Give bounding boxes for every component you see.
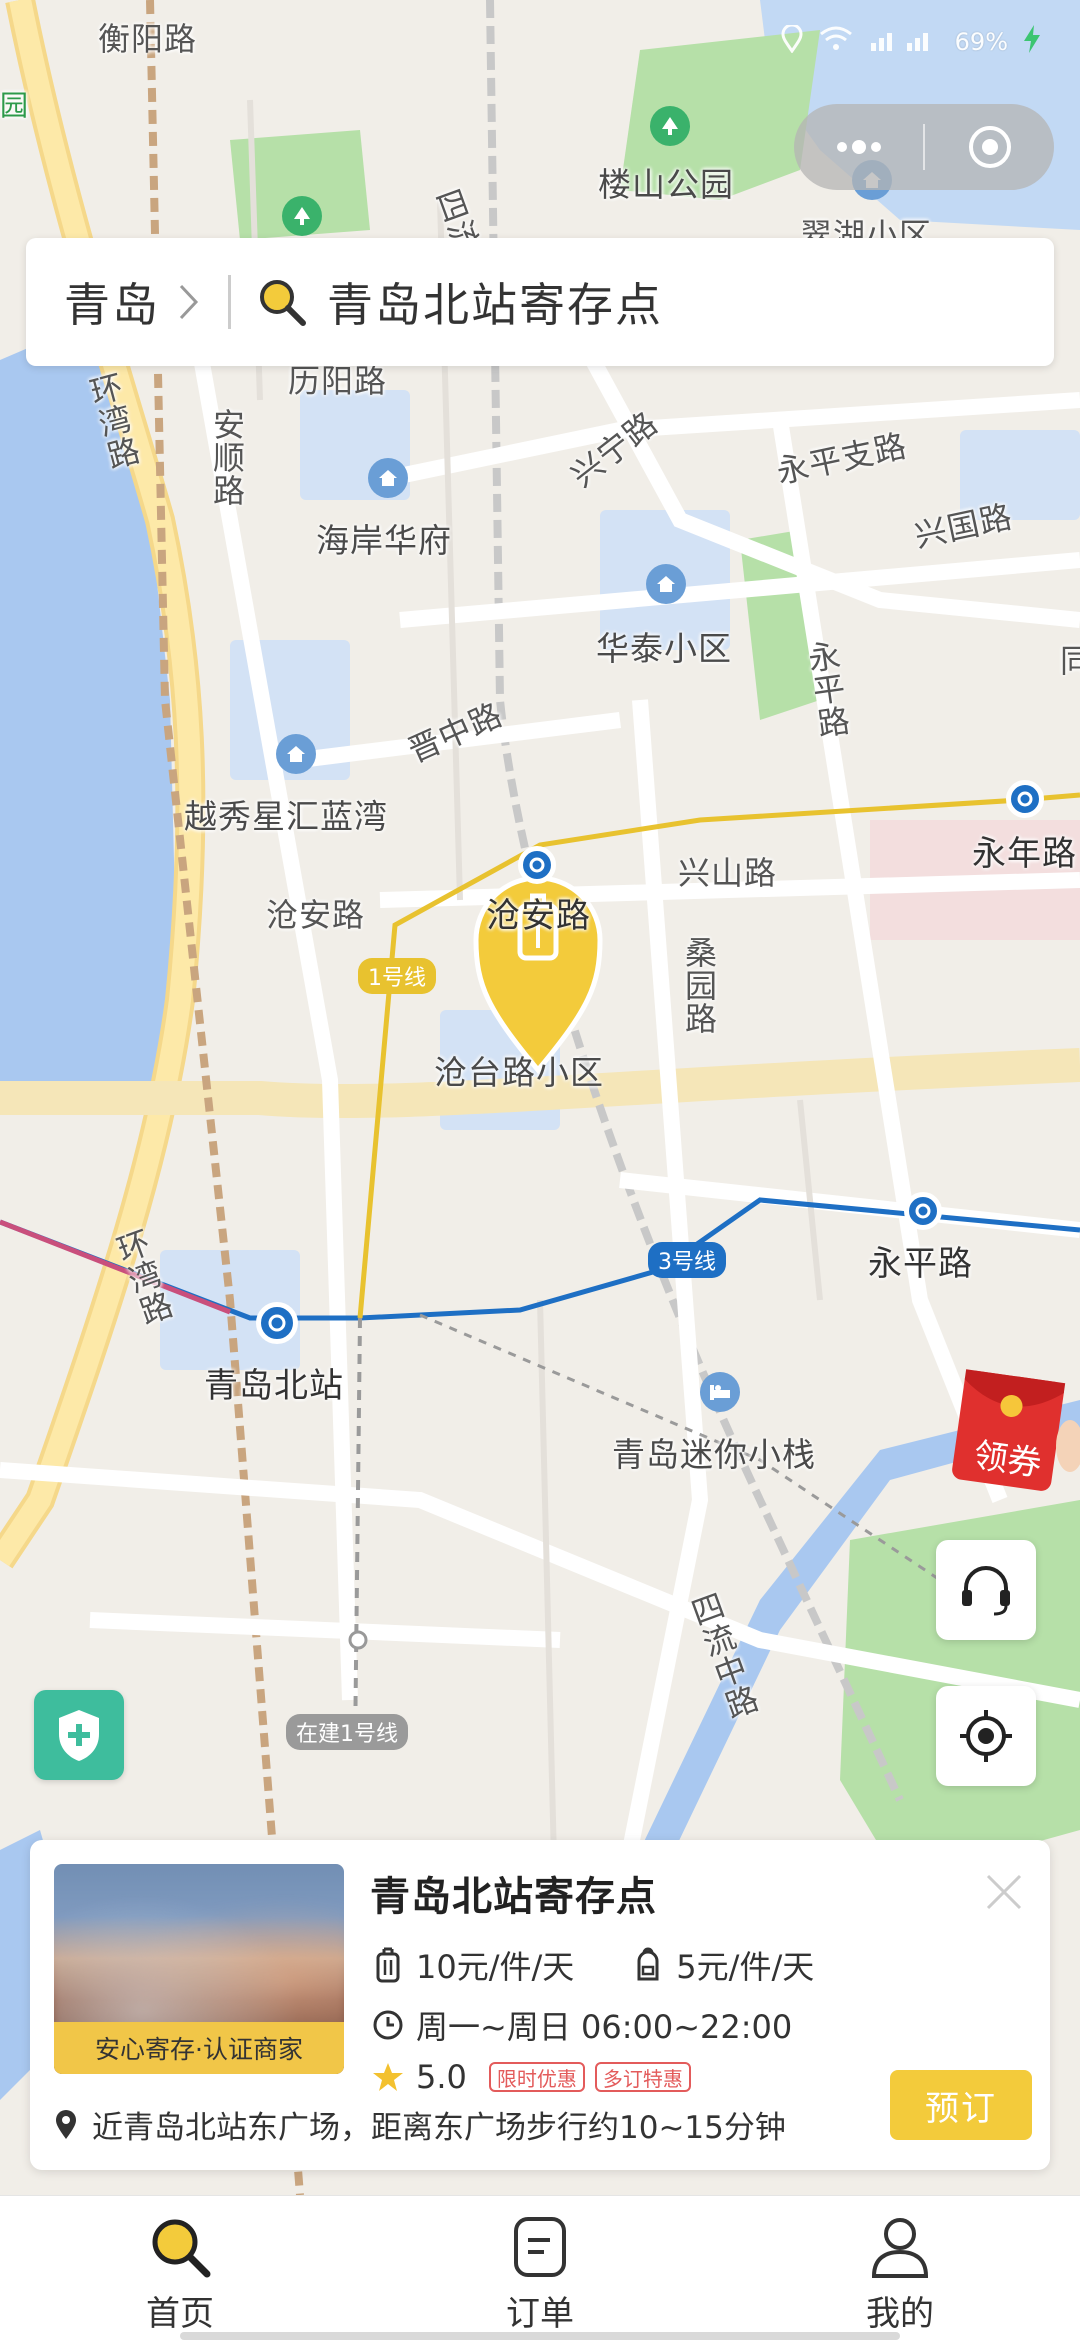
tab-label: 我的 — [866, 2294, 934, 2334]
more-dots-icon — [836, 140, 881, 154]
metro-station-icon — [1006, 780, 1044, 818]
city-selector[interactable]: 青岛 — [64, 269, 160, 335]
address-row: 近青岛北站东广场，距离东广场步行约10~15分钟 — [54, 2102, 786, 2147]
shield-plus-icon — [59, 1710, 99, 1761]
search-icon — [145, 2212, 215, 2282]
coupon-label: 领券 — [971, 1435, 1044, 1485]
train-station-icon — [256, 1302, 298, 1344]
road-label: 兴山路 — [678, 854, 778, 892]
business-hours: 周一~周日 06:00~22:00 — [416, 2008, 793, 2046]
rating-row: 5.0 限时优惠 多订特惠 — [370, 2058, 691, 2096]
tab-profile[interactable]: 我的 — [720, 2196, 1080, 2340]
status-bar: 69% — [781, 22, 1040, 62]
order-icon — [505, 2212, 575, 2282]
luggage-icon — [370, 1947, 406, 1983]
insurance-button[interactable] — [34, 1690, 124, 1780]
tab-orders[interactable]: 订单 — [360, 2196, 720, 2340]
more-button[interactable] — [794, 104, 923, 190]
poi-label: 楼山公园 — [598, 165, 734, 204]
residence-icon — [276, 734, 316, 774]
bag-price: 5元/件/天 — [676, 1948, 815, 1986]
residence-icon — [368, 458, 408, 498]
promo-tag: 限时优惠 — [488, 2062, 585, 2092]
exit-button[interactable] — [925, 104, 1054, 190]
station-label: 永平路 — [868, 1244, 973, 1284]
close-button[interactable] — [982, 1870, 1026, 1914]
poi-label: 沧台路小区 — [434, 1053, 604, 1092]
locate-me-button[interactable] — [936, 1686, 1036, 1786]
certified-badge: 安心寄存·认证商家 — [54, 2022, 344, 2074]
poi-label: 青岛迷你小栈 — [612, 1435, 816, 1474]
signal-icon — [869, 27, 939, 57]
wifi-icon — [819, 26, 853, 58]
station-label: 沧安路 — [486, 896, 591, 936]
road-label: 衡阳路 — [98, 20, 198, 58]
location-icon — [781, 23, 803, 59]
target-circle-icon — [968, 126, 1011, 168]
home-indicator — [180, 2332, 900, 2340]
search-icon — [255, 275, 309, 329]
line-badge: 1号线 — [358, 958, 436, 994]
clock-icon — [370, 2007, 406, 2043]
poi-label: 海岸华府 — [316, 521, 452, 560]
close-icon — [986, 1874, 1022, 1910]
luggage-price: 10元/件/天 — [416, 1948, 575, 1986]
promo-tag: 多订特惠 — [594, 2062, 691, 2092]
search-bar[interactable]: 青岛 青岛北站寄存点 — [26, 238, 1054, 366]
metro-station-icon — [904, 1192, 942, 1230]
road-label: 桑园路 — [680, 936, 718, 1035]
chevron-right-icon[interactable] — [178, 279, 208, 325]
location-pin-icon — [54, 2107, 84, 2143]
hotel-icon — [700, 1372, 740, 1412]
customer-service-button[interactable] — [936, 1540, 1036, 1640]
user-icon — [865, 2212, 935, 2282]
rating-value: 5.0 — [416, 2058, 467, 2096]
residence-icon — [646, 564, 686, 604]
hours-row: 周一~周日 06:00~22:00 — [370, 2002, 792, 2048]
store-title: 青岛北站寄存点 — [370, 1874, 657, 1920]
book-button[interactable]: 预订 — [890, 2070, 1032, 2140]
edge-label: 园 — [0, 89, 30, 122]
line-badge: 3号线 — [648, 1242, 726, 1278]
tab-label: 首页 — [146, 2294, 214, 2334]
park-icon — [650, 106, 690, 146]
search-input[interactable]: 青岛北站寄存点 — [327, 269, 663, 335]
poi-label: 华泰小区 — [596, 629, 732, 668]
tab-label: 订单 — [506, 2294, 574, 2334]
star-icon — [370, 2059, 406, 2095]
park-icon — [282, 196, 322, 236]
backpack-icon — [630, 1947, 666, 1983]
station-label: 永年路 — [972, 834, 1077, 874]
road-label: 沧安路 — [266, 896, 366, 934]
charging-icon — [1024, 25, 1040, 59]
price-row: 10元/件/天 5元/件/天 — [370, 1942, 814, 1988]
metro-station-icon — [518, 846, 556, 884]
line-badge: 在建1号线 — [286, 1714, 408, 1750]
search-divider — [228, 275, 231, 329]
bottom-nav: 首页 订单 我的 — [0, 2195, 1080, 2340]
battery-level: 69% — [954, 28, 1008, 56]
road-label: 安顺路 — [208, 408, 246, 507]
store-card[interactable]: 安心寄存·认证商家 青岛北站寄存点 10元/件/天 5元/件/天 周一~周日 0… — [30, 1840, 1050, 2170]
headset-icon — [962, 1566, 1010, 1616]
store-photo[interactable]: 安心寄存·认证商家 — [54, 1864, 344, 2074]
road-label: 同 — [1060, 642, 1080, 680]
coupon-button[interactable]: 领券 — [940, 1366, 1080, 1496]
store-address: 近青岛北站东广场，距离东广场步行约10~15分钟 — [92, 2110, 786, 2146]
poi-label: 越秀星汇蓝湾 — [184, 797, 388, 836]
station-label: 青岛北站 — [204, 1366, 344, 1406]
locate-icon — [960, 1710, 1012, 1762]
tab-home[interactable]: 首页 — [0, 2196, 360, 2340]
mini-program-capsule — [794, 104, 1054, 190]
